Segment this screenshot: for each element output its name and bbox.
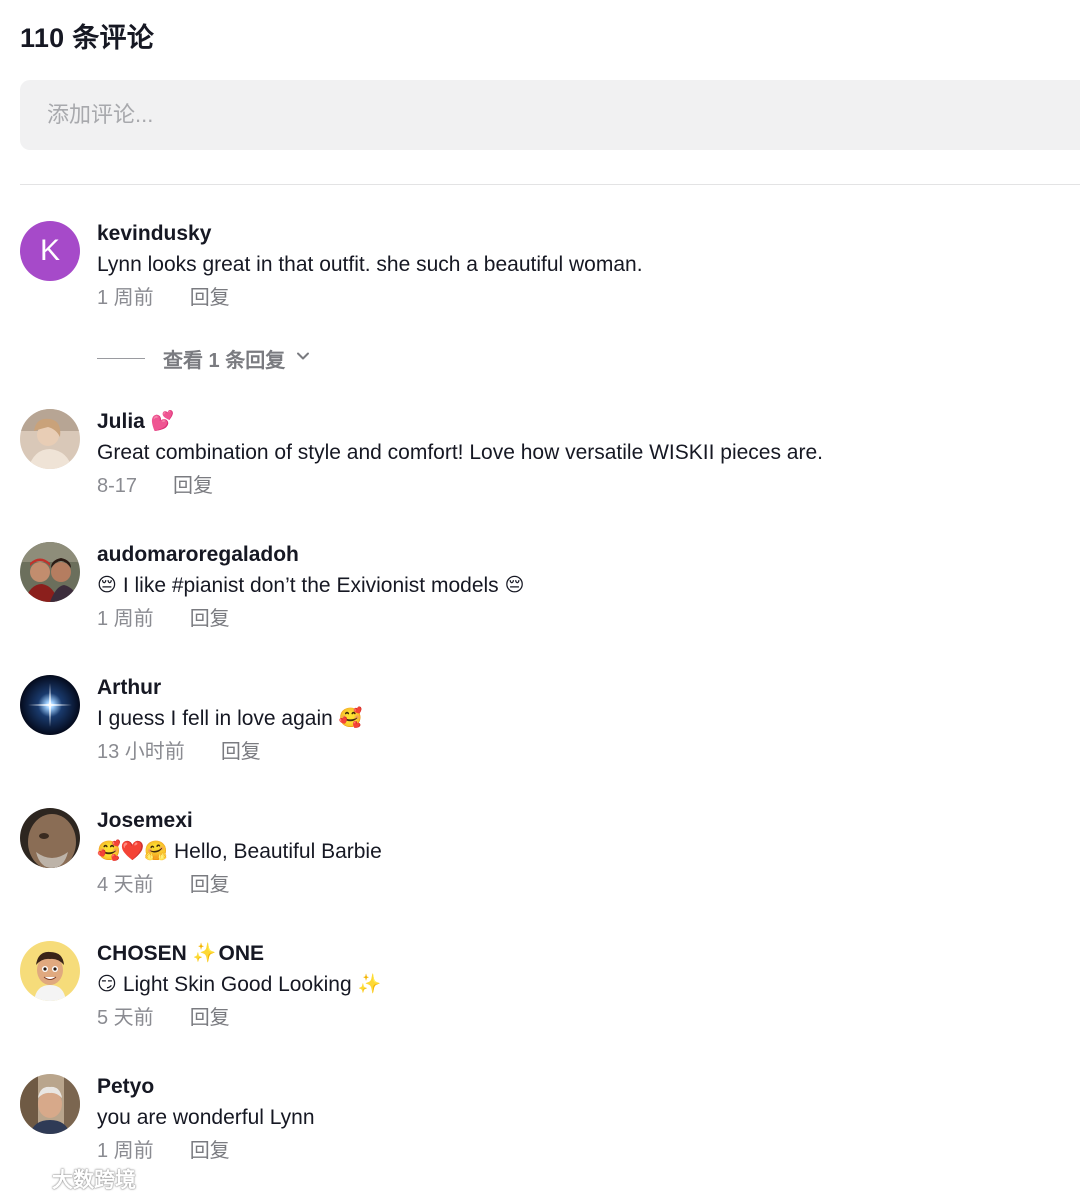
reply-button[interactable]: 回复 (173, 473, 213, 499)
username-text[interactable]: CHOSEN (97, 941, 187, 967)
comment-text-body: Hello, Beautiful Barbie (173, 840, 382, 863)
comment-text: 😔 I like #pianist don’t the Exivionist m… (97, 573, 1057, 599)
reply-button[interactable]: 回复 (190, 285, 230, 311)
comment-username[interactable]: audomaroregaladoh (97, 542, 1057, 568)
comment-username[interactable]: Julia 💕 (97, 409, 1057, 435)
avatar-letter: K (39, 234, 60, 267)
comment-text: 🥰❤️🤗 Hello, Beautiful Barbie (97, 839, 1057, 865)
comment-time: 13 小时前 (97, 741, 185, 763)
avatar[interactable] (20, 941, 80, 1001)
divider (20, 184, 1080, 185)
replies-line (97, 358, 145, 359)
comment-text: 😏 Light Skin Good Looking ✨ (97, 972, 1057, 998)
comments-count-title: 110 条评论 (20, 23, 155, 53)
username-text[interactable]: kevindusky (97, 221, 211, 247)
avatar[interactable]: K (20, 221, 80, 281)
comment-input-box[interactable] (20, 80, 1080, 150)
comment-username[interactable]: Arthur (97, 675, 1057, 701)
comment-text: I guess I fell in love again 🥰 (97, 706, 1057, 732)
sparkles-emoji: ✨ (192, 943, 217, 964)
comment-time: 1 周前 (97, 1140, 154, 1162)
reply-button[interactable]: 回复 (190, 606, 230, 632)
comment-text: you are wonderful Lynn (97, 1106, 315, 1129)
chevron-down-icon (295, 347, 311, 370)
reply-button[interactable]: 回复 (190, 1138, 230, 1164)
watermark-text: 大数跨境 (52, 1169, 136, 1192)
comment-username[interactable]: Petyo (97, 1074, 1057, 1100)
comment-time: 8-17 (97, 475, 138, 497)
sparkles-emoji: ✨ (357, 974, 382, 995)
username-text[interactable]: Arthur (97, 675, 161, 701)
reply-button[interactable]: 回复 (190, 1005, 230, 1031)
avatar[interactable] (20, 675, 80, 735)
reply-button[interactable]: 回复 (190, 872, 230, 898)
smiling-hearts-emoji: 🥰 (338, 708, 363, 729)
two-hearts-emoji: 💕 (150, 411, 175, 432)
avatar[interactable] (20, 1074, 80, 1134)
comment-username[interactable]: Josemexi (97, 808, 1057, 834)
username-text[interactable]: Julia (97, 409, 145, 435)
watermark: 大数跨境 (8, 1164, 136, 1194)
view-replies-button[interactable]: 查看 1 条回复 (97, 344, 311, 373)
comment-text: Lynn looks great in that outfit. she suc… (97, 253, 643, 276)
view-replies-label: 查看 1 条回复 (163, 350, 286, 372)
comment-time: 5 天前 (97, 1007, 154, 1029)
comment-text-body: I like #pianist don’t the Exivionist mod… (122, 574, 499, 597)
username-text[interactable]: audomaroregaladoh (97, 542, 299, 568)
avatar[interactable] (20, 409, 80, 469)
avatar[interactable] (20, 808, 80, 868)
comment-username[interactable]: CHOSEN ✨ ONE (97, 941, 1057, 967)
comment-input[interactable] (45, 101, 949, 129)
comment-time: 1 周前 (97, 287, 154, 309)
comment-time: 4 天前 (97, 874, 154, 896)
reply-button[interactable]: 回复 (221, 739, 261, 765)
emoji-group: 🥰❤️🤗 (97, 841, 168, 862)
avatar[interactable] (20, 542, 80, 602)
username-text[interactable]: Josemexi (97, 808, 193, 834)
watermark-logo-icon (8, 1164, 49, 1194)
pensive-face-emoji: 😔 (504, 575, 525, 596)
comment-text: Great combination of style and comfort! … (97, 441, 823, 464)
comment-time: 1 周前 (97, 608, 154, 630)
username-text[interactable]: ONE (219, 941, 265, 967)
smirking-face-emoji: 😏 (97, 974, 117, 995)
comment-text-body: Light Skin Good Looking (122, 973, 352, 996)
username-text[interactable]: Petyo (97, 1074, 154, 1100)
comment-username[interactable]: kevindusky (97, 221, 1057, 247)
comment-text-body: I guess I fell in love again (97, 707, 333, 730)
pensive-face-emoji: 😔 (97, 575, 117, 596)
